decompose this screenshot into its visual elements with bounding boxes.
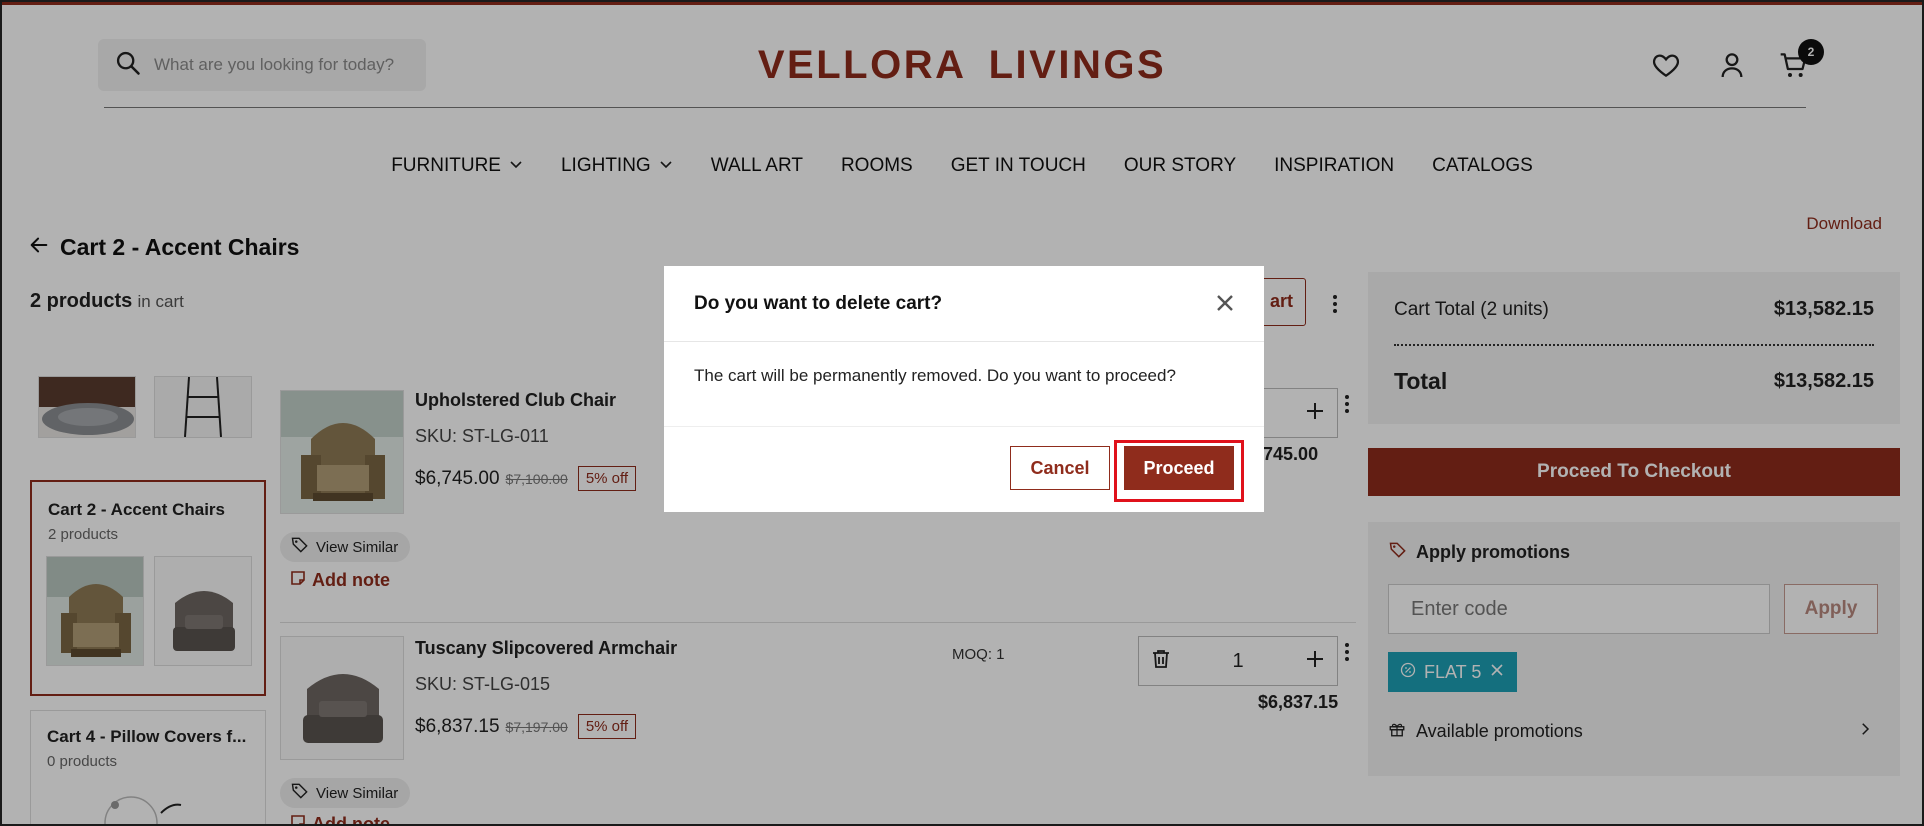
dialog-footer-divider <box>664 426 1264 427</box>
dialog-message: The cart will be permanently removed. Do… <box>694 366 1176 385</box>
close-icon[interactable] <box>1214 292 1236 314</box>
cancel-button[interactable]: Cancel <box>1010 446 1110 490</box>
dialog-header: Do you want to delete cart? <box>664 266 1264 342</box>
proceed-highlight-box <box>1114 440 1244 502</box>
page: What are you looking for today? VELLORA … <box>0 0 1924 826</box>
dialog-title: Do you want to delete cart? <box>694 293 943 314</box>
